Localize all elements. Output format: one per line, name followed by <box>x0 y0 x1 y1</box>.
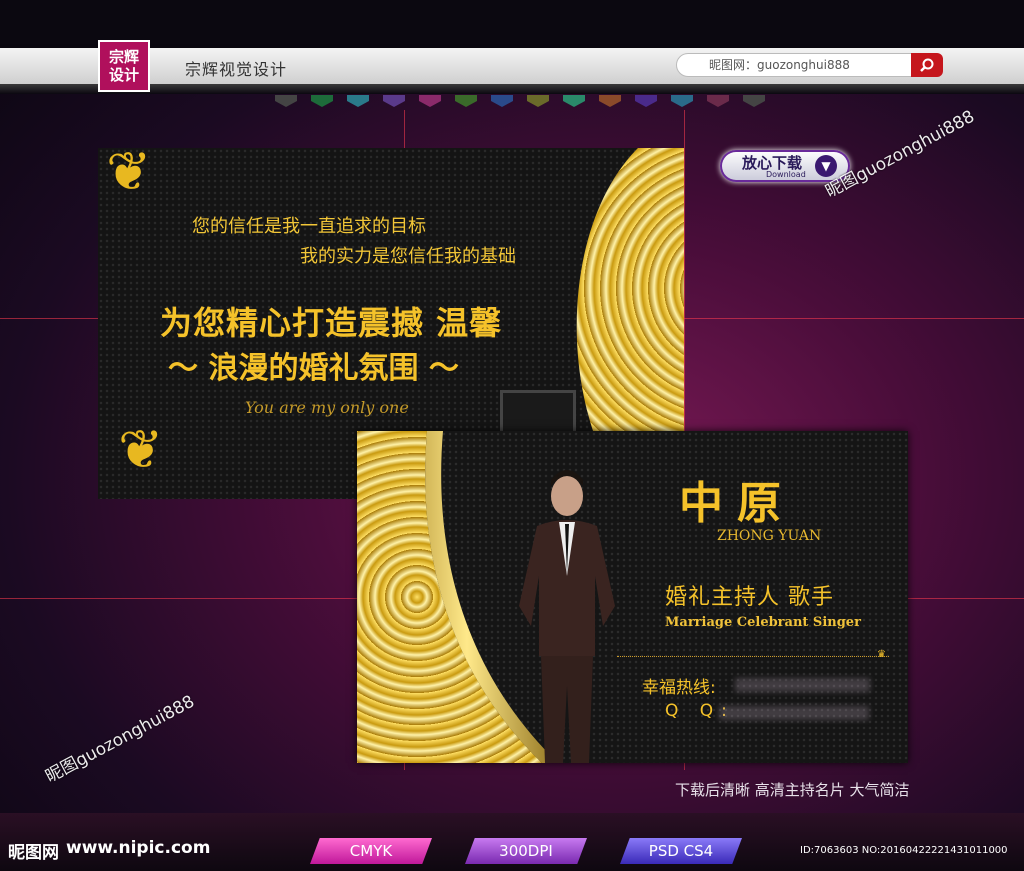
person-name-pinyin: ZHONG YUAN <box>717 528 822 544</box>
watermark-top: 昵图guozonghui888 <box>822 106 978 203</box>
person-photo <box>519 470 615 763</box>
qq-value-blurred <box>719 706 869 720</box>
logo-text: 宗辉设计 <box>108 48 139 84</box>
site-url[interactable]: www.nipic.com <box>66 838 210 858</box>
badge-cmyk: CMYK <box>310 838 432 864</box>
person-role-english: Marriage Celebrant Singer <box>665 615 861 630</box>
crown-icon: ♛ <box>877 649 886 660</box>
badge-psd: PSD CS4 <box>620 838 742 864</box>
business-card-back: 中原 ZHONG YUAN 婚礼主持人 歌手 Marriage Celebran… <box>357 431 908 763</box>
search-input[interactable]: 昵图网：guozonghui888 <box>676 53 912 77</box>
image-id: ID:7063603 NO:20160422221431011000 <box>800 845 1008 856</box>
brand-title: 宗辉视觉设计 <box>185 60 288 79</box>
top-dark-band <box>0 0 1024 48</box>
download-sublabel: Download <box>766 170 806 179</box>
swirl-ornament-top: ❦ <box>106 148 152 203</box>
search-icon <box>920 58 934 72</box>
badge-dpi: 300DPI <box>465 838 587 864</box>
color-tab-strip <box>275 92 795 107</box>
person-name: 中原 <box>679 478 795 529</box>
person-role: 婚礼主持人 歌手 <box>665 585 834 610</box>
dotted-divider <box>617 656 889 657</box>
tagline-1: 您的信任是我一直追求的目标 <box>192 216 426 237</box>
feature-tags: 下载后清晰 高清主持名片 大气简洁 <box>675 781 910 799</box>
swirl-ornament-bottom: ❦ <box>118 418 164 481</box>
english-tagline: You are my only one <box>245 398 409 417</box>
slogan-line-1: 为您精心打造震撼 温馨 <box>160 304 503 342</box>
brand-logo[interactable]: 宗辉设计 <box>98 40 150 92</box>
hotline-label: 幸福热线: <box>642 678 716 698</box>
watermark-bottom: 昵图guozonghui888 <box>42 691 198 788</box>
tagline-2: 我的实力是您信任我的基础 <box>300 246 516 267</box>
hotline-value-blurred <box>735 678 870 692</box>
slogan-line-2: ～ 浪漫的婚礼氛围 ～ <box>168 351 459 386</box>
decorative-screen <box>500 390 576 436</box>
search-button[interactable] <box>911 53 943 77</box>
site-logo[interactable]: 昵图网 <box>8 838 59 863</box>
